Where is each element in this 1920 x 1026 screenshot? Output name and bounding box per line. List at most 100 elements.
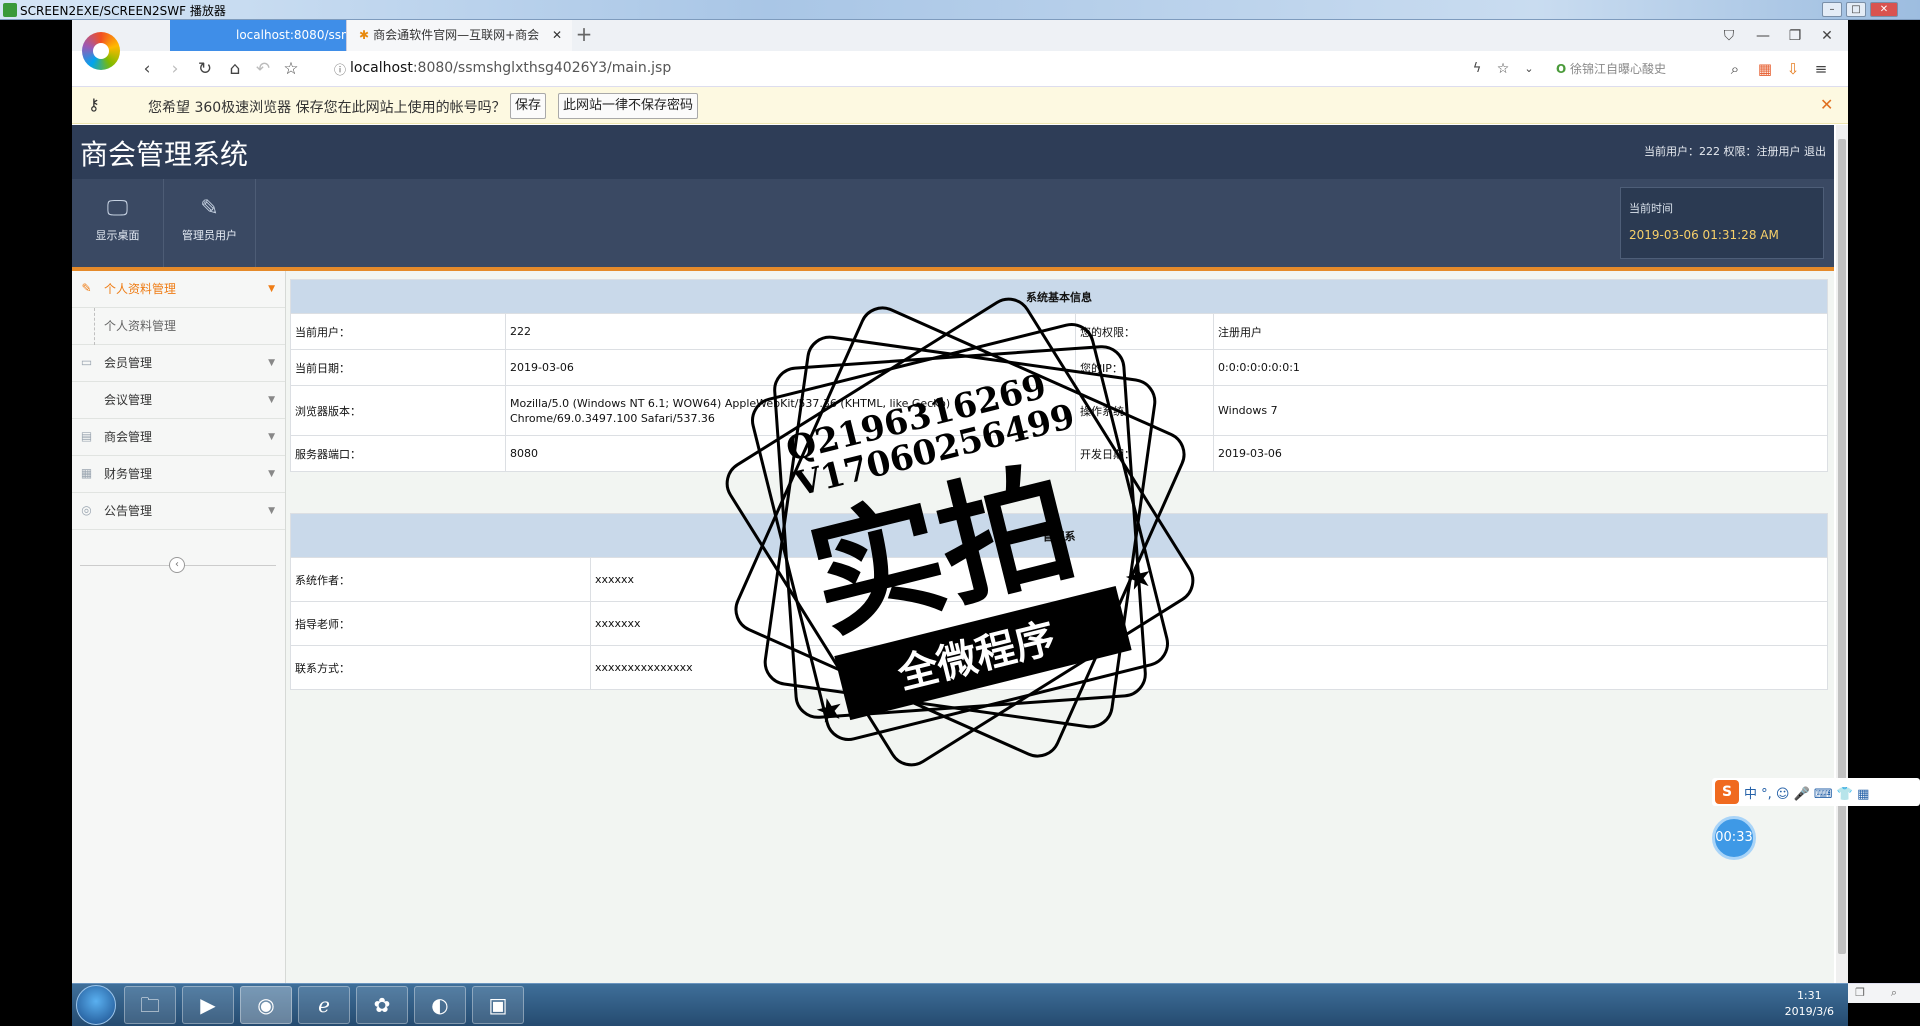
table-heading: 系统基本信息 <box>290 279 1828 314</box>
search-icon[interactable]: ⌕ <box>1722 57 1748 81</box>
menu-icon[interactable]: ≡ <box>1808 57 1834 81</box>
sidebar-item-notices[interactable]: ◎ 公告管理 ▼ <box>72 493 285 530</box>
sidebar-item-finance[interactable]: ▦ 财务管理 ▼ <box>72 456 285 493</box>
sidebar-item-label: 会议管理 <box>104 393 153 407</box>
calendar-icon: ▦ <box>80 466 93 480</box>
site-info-icon[interactable]: ⓘ <box>334 61 346 78</box>
key-icon: ⚷ <box>88 95 100 114</box>
table-value: xxxxxx <box>590 557 1828 602</box>
ime-toolbar[interactable]: S 中 °, ☺ 🎤 ⌨ 👕 ▦ <box>1712 778 1920 806</box>
sidebar-collapse[interactable]: ‹ <box>80 555 276 575</box>
save-password-button[interactable]: 保存 <box>510 93 547 119</box>
sidebar-subitem-profile[interactable]: 个人资料管理 <box>72 308 285 345</box>
browser-logo[interactable] <box>82 32 120 70</box>
refresh-icon[interactable]: ↻ <box>192 57 218 81</box>
tab-close-icon[interactable]: ✕ <box>552 20 562 51</box>
table-row: 浏览器版本： Mozilla/5.0 (Windows NT 6.1; WOW6… <box>290 385 1828 436</box>
table-key: 浏览器版本： <box>290 385 506 436</box>
minimize-window-button[interactable]: – <box>1822 2 1842 17</box>
restore-browser-button[interactable]: ❐ <box>1782 26 1808 46</box>
app-page: 商会管理系统 当前用户：222 权限：注册用户 退出 🖵 显示桌面 ✎ 管理员用… <box>72 125 1834 983</box>
apps-icon[interactable]: ▦ <box>1752 57 1778 81</box>
table-value: 8080 <box>505 435 1076 472</box>
table-key: 您的权限： <box>1075 313 1214 350</box>
url-path: :8080/ssmshglxthsg4026Y3/main.jsp <box>412 60 672 76</box>
minimize-browser-button[interactable]: — <box>1750 26 1776 46</box>
zoom-icon[interactable]: ⌕ <box>1886 986 1902 1002</box>
table-row: 当前日期： 2019-03-06 您的IP： 0:0:0:0:0:0:0:1 <box>290 349 1828 386</box>
chevron-down-icon[interactable]: ⌄ <box>1516 57 1542 81</box>
clock-panel: 当前时间 2019-03-06 01:31:28 AM <box>1620 187 1824 259</box>
chevron-down-icon: ▼ <box>268 469 275 479</box>
new-tab-button[interactable]: + <box>570 20 598 51</box>
browser-360-icon[interactable]: ◉ <box>240 986 292 1024</box>
ime-status: 中 °, ☺ 🎤 ⌨ 👕 ▦ <box>1744 787 1870 802</box>
show-desktop-button[interactable]: 🖵 显示桌面 <box>72 179 164 267</box>
table-key: 指导老师： <box>290 601 591 646</box>
bookmark-star-icon[interactable]: ☆ <box>1490 57 1516 81</box>
undo-icon[interactable]: ↶ <box>250 57 276 81</box>
table-value: 2019-03-06 <box>1213 435 1828 472</box>
back-icon[interactable]: ‹ <box>134 57 160 81</box>
right-letterbox <box>1848 20 1920 1026</box>
taskbar: 🗀 ▶ ◉ ℯ ✿ ◐ ▣ 1:31 2019/3/6 <box>72 983 1848 1026</box>
tab-label: 商会通软件官网—互联网+商会 <box>373 28 540 42</box>
sidebar-item-members[interactable]: ▭ 会员管理 ▼ <box>72 345 285 382</box>
user-info[interactable]: 当前用户：222 权限：注册用户 退出 <box>1644 143 1826 159</box>
table-value: 注册用户 <box>1213 313 1828 350</box>
close-window-button[interactable]: ✕ <box>1870 2 1898 17</box>
card-icon: ▭ <box>80 355 93 369</box>
search-placeholder: 徐锦江自曝心酸史 <box>1570 62 1667 76</box>
green-app-icon[interactable]: ✿ <box>356 986 408 1024</box>
scrollbar-thumb[interactable] <box>1838 139 1846 954</box>
tray-time: 1:31 <box>1796 989 1822 1002</box>
system-tray: 1:31 2019/3/6 <box>1568 984 1848 1026</box>
forward-icon[interactable]: › <box>162 57 188 81</box>
chevron-left-icon[interactable]: ‹ <box>169 557 185 573</box>
sogou-logo-icon: S <box>1715 780 1739 804</box>
close-icon[interactable]: ✕ <box>1820 95 1833 114</box>
window-icon[interactable]: ❐ <box>1852 986 1868 1002</box>
sidebar-item-meetings[interactable]: 会议管理 ▼ <box>72 382 285 419</box>
tray-clock[interactable]: 1:31 2019/3/6 <box>1785 988 1834 1020</box>
sidebar-item-label: 商会管理 <box>104 430 153 444</box>
download-icon[interactable]: ⇩ <box>1780 57 1806 81</box>
player-title-bar: SCREEN2EXE/SCREEN2SWF 播放器 – □ ✕ <box>0 0 1920 20</box>
home-icon[interactable]: ⌂ <box>222 57 248 81</box>
shirt-icon[interactable]: ⛉ <box>1716 26 1742 46</box>
chip-app-icon[interactable]: ▣ <box>472 986 524 1024</box>
pencil-icon: ✎ <box>81 281 92 295</box>
circle-icon: ◎ <box>81 503 92 517</box>
explorer-icon[interactable]: 🗀 <box>124 986 176 1024</box>
address-bar[interactable]: localhost:8080/ssmshglxthsg4026Y3/main.j… <box>350 60 671 76</box>
table-row: 当前用户： 222 您的权限： 注册用户 <box>290 313 1828 350</box>
table-value: 2019-03-06 <box>505 349 1076 386</box>
table-row: 服务器端口： 8080 开发日期： 2019-03-06 <box>290 435 1828 472</box>
admin-info-table: 管理系 系统作者： xxxxxx 指导老师： xxxxxxx 联系方式： xxx… <box>290 513 1828 690</box>
sidebar-item-chamber[interactable]: ▤ 商会管理 ▼ <box>72 419 285 456</box>
lightning-icon[interactable]: ϟ <box>1464 57 1490 81</box>
table-value: Mozilla/5.0 (Windows NT 6.1; WOW64) Appl… <box>505 385 1076 436</box>
clock-value: 2019-03-06 01:31:28 AM <box>1629 228 1779 242</box>
media-player-icon[interactable]: ▶ <box>182 986 234 1024</box>
maximize-window-button[interactable]: □ <box>1846 2 1866 17</box>
table-value: Windows 7 <box>1213 385 1828 436</box>
sidebar-item-label: 个人资料管理 <box>104 319 177 333</box>
admin-user-button[interactable]: ✎ 管理员用户 <box>164 179 256 267</box>
recording-timer[interactable]: 00:33 <box>1712 816 1756 860</box>
eclipse-icon[interactable]: ◐ <box>414 986 466 1024</box>
favorite-star-icon[interactable]: ☆ <box>278 57 304 81</box>
tab-shanghuitong[interactable]: ✱ 商会通软件官网—互联网+商会 ✕ <box>346 20 572 51</box>
sidebar: ✎ 个人资料管理 ▼ 个人资料管理 ▭ 会员管理 ▼ 会议管理 ▼ ▤ 商会管理… <box>72 271 286 983</box>
search-box[interactable]: O 徐锦江自曝心酸史 <box>1556 60 1666 77</box>
site-favicon-icon: ✱ <box>359 28 370 42</box>
close-browser-button[interactable]: ✕ <box>1814 26 1840 46</box>
ie-browser-icon[interactable]: ℯ <box>298 986 350 1024</box>
never-save-button[interactable]: 此网站一律不保存密码 <box>558 93 699 119</box>
start-button[interactable] <box>76 985 116 1025</box>
chevron-down-icon: ▼ <box>268 506 275 516</box>
page-scrollbar[interactable] <box>1836 125 1848 983</box>
sidebar-item-profile[interactable]: ✎ 个人资料管理 ▼ <box>72 271 285 308</box>
menu-label: 显示桌面 <box>95 229 140 242</box>
grid-icon: ▤ <box>80 429 93 443</box>
